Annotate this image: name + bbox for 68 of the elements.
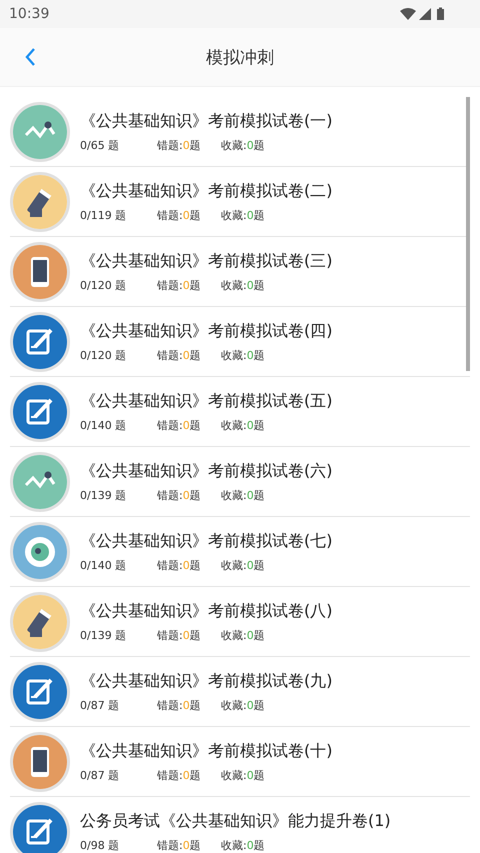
paper-item[interactable]: 《公共基础知识》考前模拟试卷(二) 0/119 题 错题:0题 收藏:0题 bbox=[10, 167, 470, 237]
progress-count: 0/87 题 bbox=[80, 698, 120, 712]
favorite-count: 收藏:0题 bbox=[221, 698, 265, 712]
edit-icon bbox=[10, 312, 70, 372]
paper-item[interactable]: 《公共基础知识》考前模拟试卷(三) 0/120 题 错题:0题 收藏:0题 bbox=[10, 237, 470, 307]
status-time: 10:39 bbox=[9, 6, 50, 22]
favorite-count: 收藏:0题 bbox=[221, 838, 265, 852]
edit-icon bbox=[10, 662, 70, 722]
favorite-count: 收藏:0题 bbox=[221, 348, 265, 362]
favorite-count: 收藏:0题 bbox=[221, 768, 265, 782]
paper-title: 《公共基础知识》考前模拟试卷(一) bbox=[80, 110, 332, 132]
progress-count: 0/140 题 bbox=[80, 418, 128, 432]
paper-item[interactable]: 《公共基础知识》考前模拟试卷(十) 0/87 题 错题:0题 收藏:0题 bbox=[10, 727, 470, 797]
phone-icon bbox=[10, 732, 70, 792]
wrong-count: 错题:0题 bbox=[157, 698, 202, 712]
paper-title: 公务员考试《公共基础知识》能力提升卷(1) bbox=[80, 810, 391, 832]
chart-line-icon bbox=[10, 452, 70, 512]
paper-title: 《公共基础知识》考前模拟试卷(九) bbox=[80, 670, 332, 692]
paper-item[interactable]: 公务员考试《公共基础知识》能力提升卷(1) 0/98 题 错题:0题 收藏:0题 bbox=[10, 797, 470, 853]
page-title: 模拟冲刺 bbox=[206, 46, 274, 68]
paper-title: 《公共基础知识》考前模拟试卷(三) bbox=[80, 250, 332, 272]
progress-count: 0/65 题 bbox=[80, 138, 120, 152]
phone-icon bbox=[10, 242, 70, 302]
back-icon[interactable] bbox=[24, 47, 36, 67]
favorite-count: 收藏:0题 bbox=[221, 278, 265, 292]
wrong-count: 错题:0题 bbox=[157, 348, 202, 362]
wrong-count: 错题:0题 bbox=[157, 278, 202, 292]
favorite-count: 收藏:0题 bbox=[221, 418, 265, 432]
favorite-count: 收藏:0题 bbox=[221, 138, 265, 152]
wrong-count: 错题:0题 bbox=[157, 838, 202, 852]
paper-item[interactable]: 《公共基础知识》考前模拟试卷(八) 0/139 题 错题:0题 收藏:0题 bbox=[10, 587, 470, 657]
wrong-count: 错题:0题 bbox=[157, 138, 202, 152]
wrong-count: 错题:0题 bbox=[157, 208, 202, 222]
paper-title: 《公共基础知识》考前模拟试卷(四) bbox=[80, 320, 332, 342]
paper-title: 《公共基础知识》考前模拟试卷(六) bbox=[80, 460, 332, 482]
progress-count: 0/87 题 bbox=[80, 768, 120, 782]
chart-line-icon bbox=[10, 102, 70, 162]
wrong-count: 错题:0题 bbox=[157, 558, 202, 572]
paper-item[interactable]: 《公共基础知识》考前模拟试卷(六) 0/139 题 错题:0题 收藏:0题 bbox=[10, 447, 470, 517]
favorite-count: 收藏:0题 bbox=[221, 558, 265, 572]
favorite-count: 收藏:0题 bbox=[221, 208, 265, 222]
pencil-icon bbox=[10, 592, 70, 652]
paper-title: 《公共基础知识》考前模拟试卷(五) bbox=[80, 390, 332, 412]
paper-item[interactable]: 《公共基础知识》考前模拟试卷(五) 0/140 题 错题:0题 收藏:0题 bbox=[10, 377, 470, 447]
paper-title: 《公共基础知识》考前模拟试卷(十) bbox=[80, 740, 332, 762]
wrong-count: 错题:0题 bbox=[157, 488, 202, 502]
favorite-count: 收藏:0题 bbox=[221, 628, 265, 642]
progress-count: 0/139 题 bbox=[80, 488, 128, 502]
progress-count: 0/120 题 bbox=[80, 348, 128, 362]
paper-item[interactable]: 《公共基础知识》考前模拟试卷(一) 0/65 题 错题:0题 收藏:0题 bbox=[10, 97, 470, 167]
paper-item[interactable]: 《公共基础知识》考前模拟试卷(四) 0/120 题 错题:0题 收藏:0题 bbox=[10, 307, 470, 377]
paper-title: 《公共基础知识》考前模拟试卷(七) bbox=[80, 530, 332, 552]
progress-count: 0/140 题 bbox=[80, 558, 128, 572]
paper-title: 《公共基础知识》考前模拟试卷(八) bbox=[80, 600, 332, 622]
wrong-count: 错题:0题 bbox=[157, 768, 202, 782]
edit-icon bbox=[10, 382, 70, 442]
progress-count: 0/119 题 bbox=[80, 208, 128, 222]
favorite-count: 收藏:0题 bbox=[221, 488, 265, 502]
wrong-count: 错题:0题 bbox=[157, 418, 202, 432]
eye-icon bbox=[10, 522, 70, 582]
progress-count: 0/139 题 bbox=[80, 628, 128, 642]
pencil-icon bbox=[10, 172, 70, 232]
paper-title: 《公共基础知识》考前模拟试卷(二) bbox=[80, 180, 332, 202]
paper-item[interactable]: 《公共基础知识》考前模拟试卷(九) 0/87 题 错题:0题 收藏:0题 bbox=[10, 657, 470, 727]
progress-count: 0/120 题 bbox=[80, 278, 128, 292]
progress-count: 0/98 题 bbox=[80, 838, 120, 852]
paper-item[interactable]: 《公共基础知识》考前模拟试卷(七) 0/140 题 错题:0题 收藏:0题 bbox=[10, 517, 470, 587]
wrong-count: 错题:0题 bbox=[157, 628, 202, 642]
